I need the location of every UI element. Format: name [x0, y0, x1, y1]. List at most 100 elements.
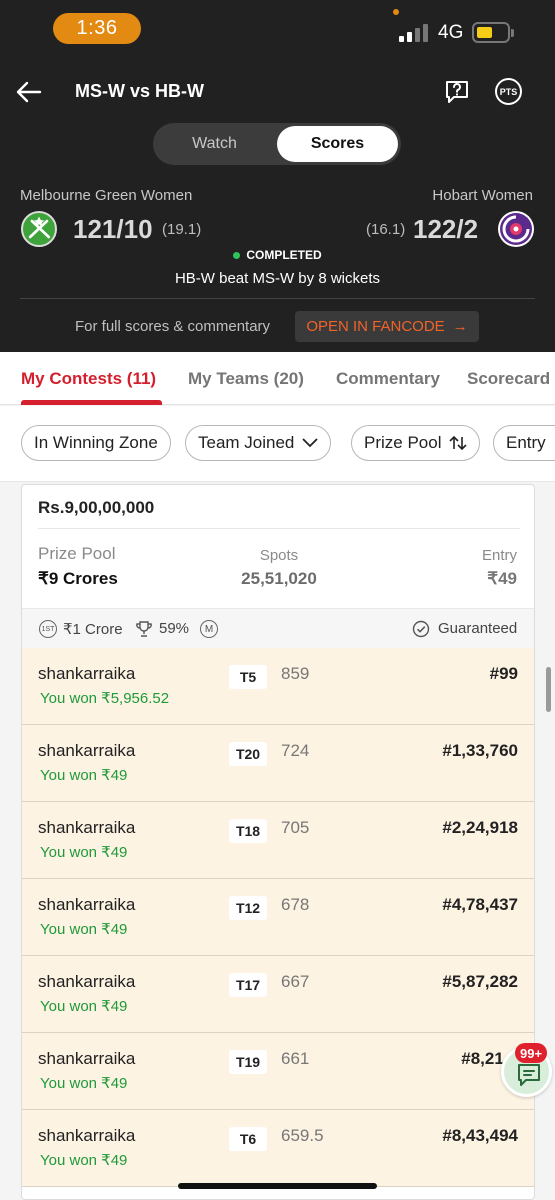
- help-chat-icon[interactable]: [443, 77, 471, 105]
- points-table-icon[interactable]: PTS: [495, 78, 522, 105]
- username: shankarraika: [38, 1049, 136, 1068]
- fancode-promo-text: For full scores & commentary: [75, 318, 271, 335]
- team-rank-list: shankarraika You won ₹5,956.52 T5 859 #9…: [22, 648, 534, 1187]
- team-badge: T18: [229, 819, 267, 843]
- toggle-watch[interactable]: Watch: [153, 123, 276, 165]
- team-left-name: Melbourne Green Women: [20, 187, 193, 204]
- spots-value: 25,51,020: [241, 569, 317, 588]
- filter-winning-zone-label: In Winning Zone: [34, 433, 158, 452]
- chat-icon: [518, 1064, 540, 1086]
- chat-unread-badge: 99+: [515, 1043, 548, 1063]
- team-rank-row[interactable]: shankarraika You won ₹5,956.52 T5 859 #9…: [22, 648, 534, 725]
- team-points: 724: [281, 741, 310, 760]
- team-right-overs: (16.1): [366, 221, 406, 238]
- chevron-down-icon: [302, 438, 319, 448]
- tab-commentary[interactable]: Commentary: [336, 369, 440, 389]
- winnings: You won ₹49: [40, 844, 128, 861]
- card-divider: [38, 528, 520, 529]
- network-type: 4G: [438, 22, 464, 43]
- guaranteed-label: Guaranteed: [438, 620, 518, 637]
- tab-my-teams[interactable]: My Teams (20): [188, 369, 304, 389]
- camera-indicator-dot: [393, 9, 399, 15]
- match-result: HB-W beat MS-W by 8 wickets: [174, 270, 381, 287]
- scrollbar[interactable]: [546, 667, 551, 712]
- winners-percent: 59%: [159, 620, 190, 637]
- entry-value: ₹49: [487, 569, 517, 588]
- back-arrow-icon[interactable]: [15, 78, 43, 106]
- filter-team-joined-label: Team Joined: [198, 433, 295, 452]
- team-badge: T20: [229, 742, 267, 766]
- header-divider: [20, 298, 535, 299]
- toggle-scores[interactable]: Scores: [277, 126, 398, 162]
- team-badge: T12: [229, 896, 267, 920]
- filter-entry-label: Entry: [506, 433, 546, 452]
- team-left-score: 121/10: [73, 214, 153, 244]
- team-points: 859: [281, 664, 310, 683]
- team-rank: #1,33,760: [442, 741, 518, 760]
- entry-label: Entry: [481, 547, 517, 564]
- team-rank-row[interactable]: shankarraika You won ₹49 T17 667 #5,87,2…: [22, 956, 534, 1033]
- username: shankarraika: [38, 818, 136, 837]
- filter-prize-pool-label: Prize Pool: [364, 433, 442, 452]
- spots-label: Spots: [259, 547, 299, 564]
- match-title: MS-W vs HB-W: [75, 81, 204, 101]
- team-rank: #8,43,494: [442, 1126, 518, 1145]
- status-time: 1:36: [53, 13, 141, 44]
- contest-card[interactable]: Rs.9,00,00,000 Prize Pool ₹9 Crores Spot…: [21, 484, 535, 1200]
- check-circle-icon: [412, 620, 430, 638]
- team-points: 705: [281, 818, 310, 837]
- open-fancode-button[interactable]: OPEN IN FANCODE →: [295, 311, 479, 342]
- team-rank: #99: [489, 664, 518, 683]
- username: shankarraika: [38, 664, 136, 683]
- team-badge: T6: [229, 1127, 267, 1151]
- first-prize-icon: 1ST: [39, 620, 57, 638]
- username: shankarraika: [38, 1126, 136, 1145]
- winnings: You won ₹49: [40, 1075, 128, 1092]
- tab-scorecard[interactable]: Scorecard: [467, 369, 550, 389]
- winnings: You won ₹49: [40, 998, 128, 1015]
- sort-icon: [449, 435, 468, 451]
- prize-heading: Rs.9,00,00,000: [38, 498, 155, 517]
- trophy-icon: [136, 621, 152, 637]
- username: shankarraika: [38, 972, 136, 991]
- winnings: You won ₹49: [40, 921, 128, 938]
- filter-entry[interactable]: Entry: [493, 425, 555, 461]
- filter-prize-pool[interactable]: Prize Pool: [351, 425, 481, 461]
- team-right-score: 122/2: [413, 214, 479, 244]
- tab-my-contests[interactable]: My Contests (11): [21, 369, 156, 389]
- battery-icon: [472, 22, 510, 43]
- tab-bar: My Contests (11) My Teams (20) Commentar…: [0, 352, 555, 405]
- team-badge: T19: [229, 1050, 267, 1074]
- team-points: 661: [281, 1049, 310, 1068]
- contest-info-row: 1ST ₹1 Crore 59% M Guaranteed: [22, 608, 534, 648]
- team-right-logo-icon: [498, 211, 534, 247]
- winnings: You won ₹5,956.52: [40, 690, 170, 707]
- team-points: 667: [281, 972, 310, 991]
- team-points: 659.5: [281, 1126, 324, 1145]
- battery-tip: [511, 29, 514, 37]
- filter-team-joined[interactable]: Team Joined: [185, 425, 332, 461]
- match-status-text: COMPLETED: [246, 248, 322, 262]
- team-points: 678: [281, 895, 310, 914]
- watch-scores-toggle: Watch Scores: [153, 123, 401, 165]
- team-rank-row[interactable]: shankarraika You won ₹49 T6 659.5 #8,43,…: [22, 1110, 534, 1187]
- team-badge: T17: [229, 973, 267, 997]
- open-fancode-label: OPEN IN FANCODE: [306, 318, 445, 335]
- team-rank-row[interactable]: shankarraika You won ₹49 T19 661 #8,21,2: [22, 1033, 534, 1110]
- filter-winning-zone[interactable]: In Winning Zone: [21, 425, 171, 461]
- team-badge: T5: [229, 665, 267, 689]
- username: shankarraika: [38, 895, 136, 914]
- status-bar: 1:36 4G: [0, 0, 555, 60]
- team-rank-row[interactable]: shankarraika You won ₹49 T18 705 #2,24,9…: [22, 802, 534, 879]
- top-bar: MS-W vs HB-W PTS: [0, 68, 555, 116]
- winnings: You won ₹49: [40, 767, 128, 784]
- team-rank: #5,87,282: [442, 972, 518, 991]
- first-prize-value: ₹1 Crore: [63, 621, 123, 638]
- signal-icon: [399, 24, 428, 42]
- team-right-name: Hobart Women: [432, 187, 533, 204]
- team-rank-row[interactable]: shankarraika You won ₹49 T12 678 #4,78,4…: [22, 879, 534, 956]
- multi-entry-icon: M: [200, 620, 218, 638]
- team-rank: #2,24,918: [442, 818, 518, 837]
- team-rank-row[interactable]: shankarraika You won ₹49 T20 724 #1,33,7…: [22, 725, 534, 802]
- home-indicator[interactable]: [178, 1183, 377, 1189]
